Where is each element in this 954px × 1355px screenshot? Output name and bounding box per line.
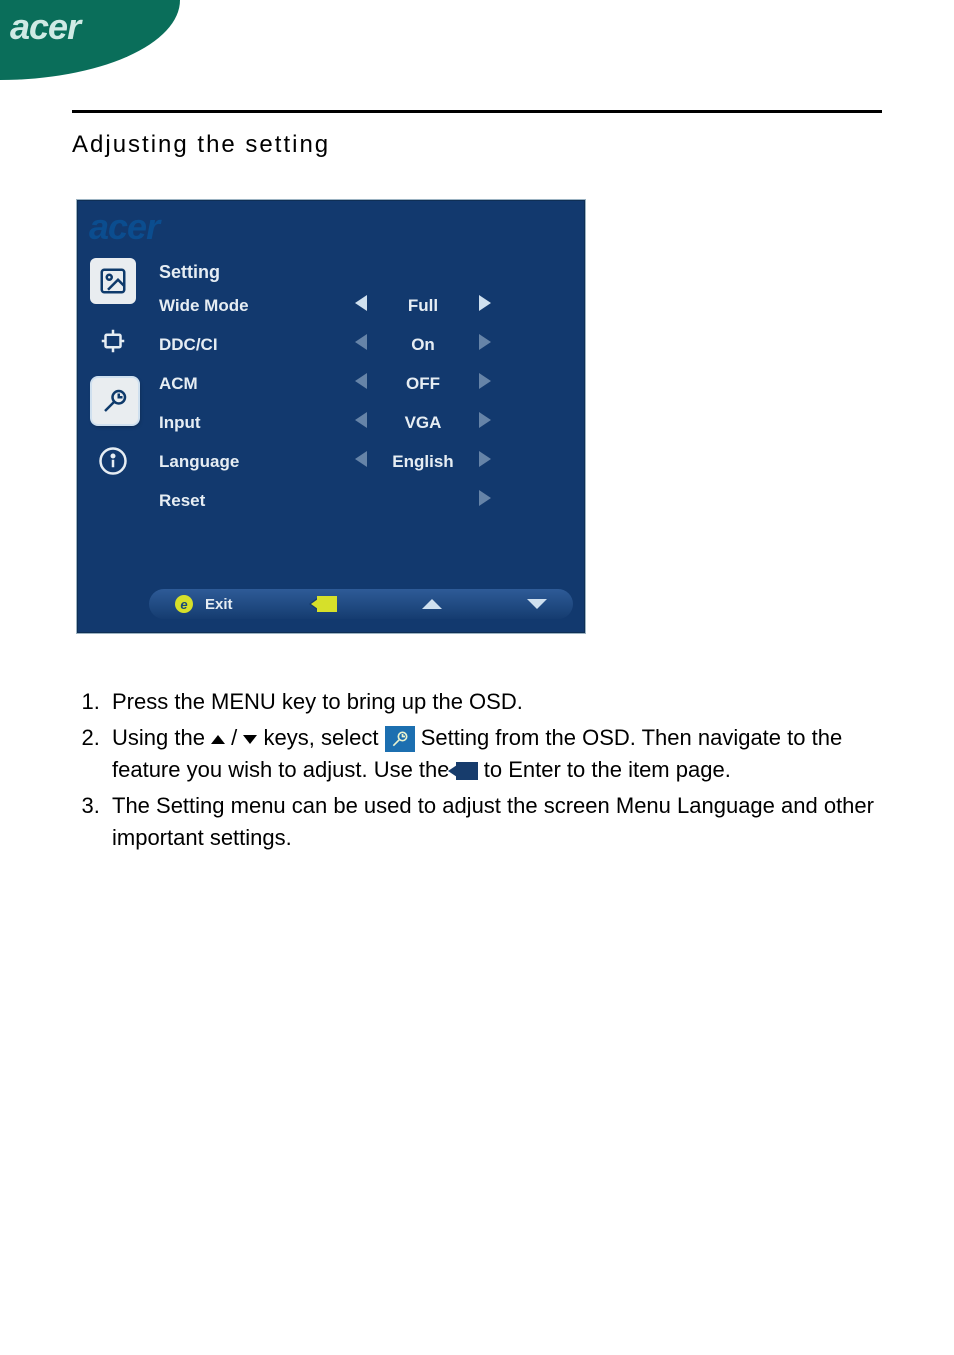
exit-label: Exit <box>205 596 233 613</box>
left-arrow-icon[interactable] <box>355 412 367 428</box>
left-arrow-icon[interactable] <box>355 373 367 389</box>
osd-row-label: Wide Mode <box>159 296 349 316</box>
osd-row-label: Reset <box>159 491 349 511</box>
right-arrow-icon[interactable] <box>479 451 491 467</box>
osd-row-value: English <box>373 452 473 472</box>
step-1: Press the MENU key to bring up the OSD. <box>106 686 882 718</box>
position-tab-icon[interactable] <box>90 318 136 364</box>
right-arrow-icon[interactable] <box>479 412 491 428</box>
osd-tabs <box>77 256 149 589</box>
left-arrow-icon[interactable] <box>355 451 367 467</box>
osd-row-value: OFF <box>373 374 473 394</box>
picture-tab-icon[interactable] <box>90 258 136 304</box>
osd-row[interactable]: Input VGA <box>159 412 575 433</box>
osd-brand: acer <box>77 200 585 256</box>
brand-logo: acer <box>10 6 80 47</box>
osd-row-label: Language <box>159 452 349 472</box>
info-tab-icon[interactable] <box>90 438 136 484</box>
osd-row-value: VGA <box>373 413 473 433</box>
osd-row-value: Full <box>373 296 473 316</box>
osd-row[interactable]: ACM OFF <box>159 373 575 394</box>
right-arrow-icon[interactable] <box>479 490 491 506</box>
right-arrow-icon[interactable] <box>479 295 491 311</box>
down-button-icon[interactable] <box>527 599 547 609</box>
left-arrow-icon[interactable] <box>355 295 367 311</box>
down-arrow-icon <box>243 735 257 744</box>
setting-tab-icon[interactable] <box>92 378 138 424</box>
instruction-list: Press the MENU key to bring up the OSD. … <box>66 686 882 853</box>
osd-row[interactable]: Wide Mode Full <box>159 295 575 316</box>
osd-heading: Setting <box>159 262 575 283</box>
step-2: Using the / keys, select Setting from th… <box>106 722 882 786</box>
osd-panel: acer Setting Wide Mode Full DDC/CI On ACM OFF <box>76 199 586 634</box>
osd-row[interactable]: Language English <box>159 451 575 472</box>
osd-row-label: Input <box>159 413 349 433</box>
setting-inline-icon <box>385 726 415 752</box>
osd-row[interactable]: DDC/CI On <box>159 334 575 355</box>
left-arrow-icon[interactable] <box>355 334 367 350</box>
osd-row-value: On <box>373 335 473 355</box>
osd-row-label: ACM <box>159 374 349 394</box>
osd-button-bar: e Exit <box>149 589 573 619</box>
page-title: Adjusting the setting <box>72 131 882 159</box>
enter-inline-icon <box>456 762 478 780</box>
right-arrow-icon[interactable] <box>479 373 491 389</box>
up-arrow-icon <box>211 735 225 744</box>
divider <box>72 110 882 113</box>
enter-button-icon[interactable] <box>317 596 337 612</box>
e-button-icon[interactable]: e <box>175 595 193 613</box>
right-arrow-icon[interactable] <box>479 334 491 350</box>
osd-row[interactable]: Reset <box>159 490 575 511</box>
step-3: The Setting menu can be used to adjust t… <box>106 790 882 854</box>
up-button-icon[interactable] <box>422 599 442 609</box>
osd-row-label: DDC/CI <box>159 335 349 355</box>
